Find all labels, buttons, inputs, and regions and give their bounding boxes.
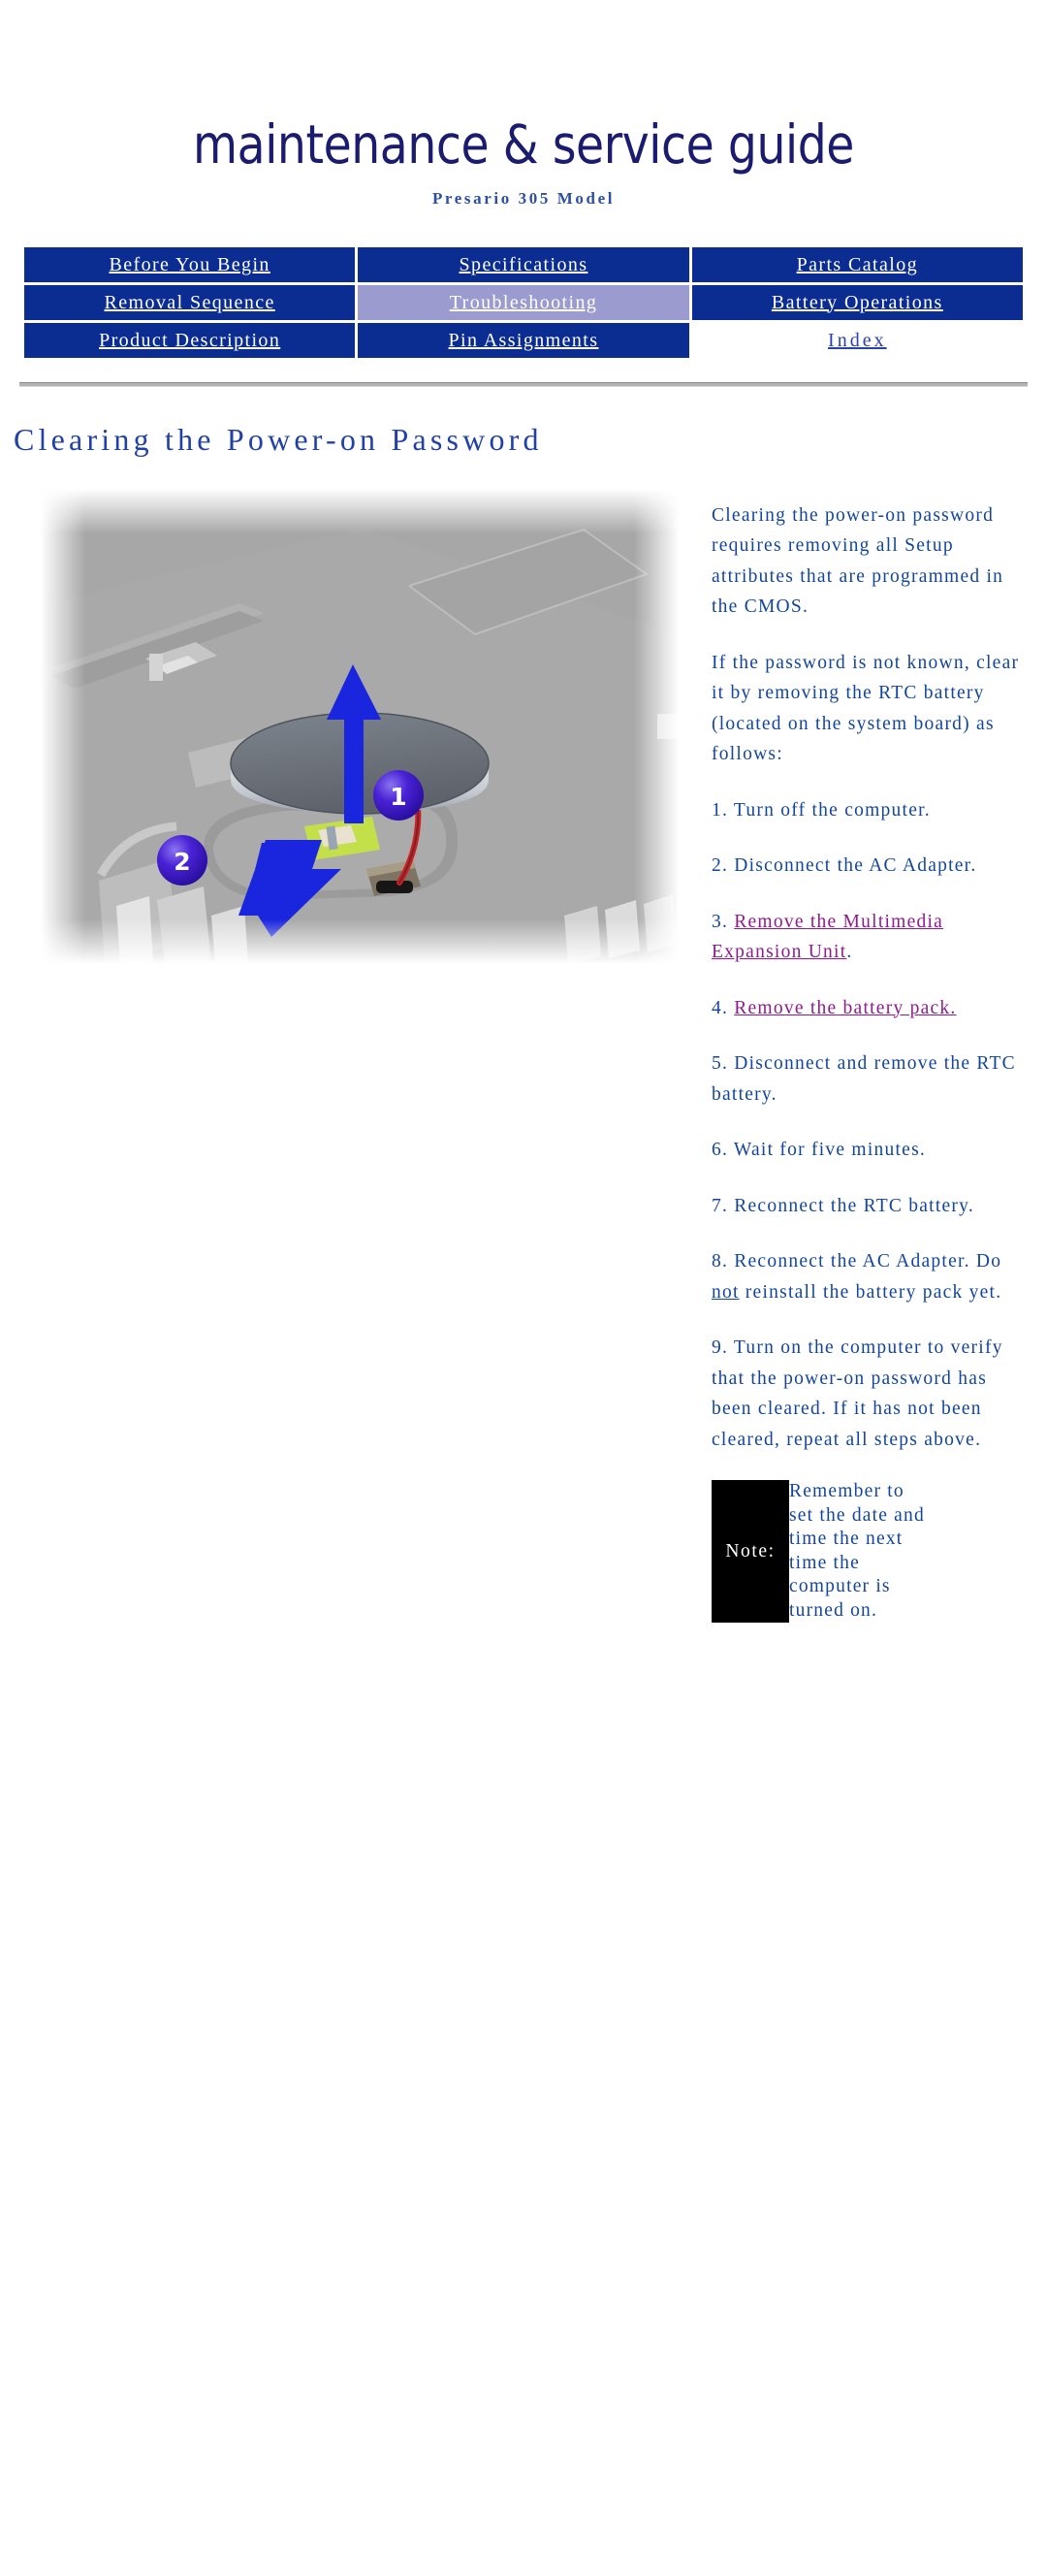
nav-link-before-you-begin[interactable]: Before You Begin — [110, 254, 270, 275]
step-2-number: 2. — [712, 855, 729, 876]
page-title: maintenance & service guide — [193, 113, 854, 176]
navigation-bar: Before You Begin Specifications Parts Ca… — [21, 209, 1026, 361]
intro-paragraph-2: If the password is not known, clear it b… — [712, 652, 1020, 765]
illustration-svg: 1 2 — [41, 489, 679, 964]
figure-column: 1 2 — [41, 489, 679, 964]
step-7-number: 7. — [712, 1195, 729, 1216]
step-8-text-pre: Reconnect the AC Adapter. Do — [734, 1251, 1002, 1272]
nav-link-troubleshooting[interactable]: Troubleshooting — [450, 292, 598, 313]
nav-cell-product-description[interactable]: Product Description — [24, 323, 356, 358]
step-2-text: Disconnect the AC Adapter. — [734, 855, 977, 876]
nav-link-index[interactable]: Index — [828, 330, 887, 351]
step-3: 3. Remove the Multimedia Expansion Unit. — [712, 907, 1022, 968]
step-5-text: Disconnect and remove the RTC battery. — [712, 1053, 1016, 1105]
nav-cell-battery-operations[interactable]: Battery Operations — [691, 285, 1023, 320]
link-remove-battery-pack[interactable]: Remove the battery pack. — [734, 998, 956, 1018]
nav-link-removal-sequence[interactable]: Removal Sequence — [105, 292, 275, 313]
step-2: 2. Disconnect the AC Adapter. — [712, 851, 1022, 882]
document-header: maintenance & service guide Presario 305… — [0, 0, 1047, 209]
step-5: 5. Disconnect and remove the RTC battery… — [712, 1048, 1022, 1110]
nav-cell-before-you-begin[interactable]: Before You Begin — [24, 247, 356, 282]
note-callout: Note: Remember to set the date and time … — [712, 1480, 1022, 1623]
note-table: Note: Remember to set the date and time … — [712, 1480, 927, 1623]
step-3-tail: . — [846, 942, 853, 962]
nav-row: Removal Sequence Troubleshooting Battery… — [24, 285, 1023, 320]
step-4: 4. Remove the battery pack. — [712, 993, 1022, 1024]
step-9-number: 9. — [712, 1337, 729, 1358]
section-heading: Clearing the Power-on Password — [14, 422, 543, 457]
step-6-text: Wait for five minutes. — [733, 1140, 927, 1160]
svg-text:2: 2 — [174, 848, 190, 876]
step-6-number: 6. — [712, 1140, 729, 1160]
step-3-number: 3. — [712, 911, 729, 932]
nav-link-specifications[interactable]: Specifications — [460, 254, 588, 275]
nav-row: Before You Begin Specifications Parts Ca… — [24, 247, 1023, 282]
step-1: 1. Turn off the computer. — [712, 795, 1022, 826]
note-label-cell: Note: — [712, 1480, 789, 1623]
note-body-cell: Remember to set the date and time the ne… — [789, 1480, 927, 1623]
nav-cell-pin-assignments[interactable]: Pin Assignments — [358, 323, 689, 358]
step-1-number: 1. — [712, 799, 729, 821]
step-4-number: 4. — [712, 997, 729, 1018]
step-8: 8. Reconnect the AC Adapter. Do not rein… — [712, 1246, 1022, 1307]
note-text: Remember to set the date and time the ne… — [789, 1481, 925, 1621]
step-9: 9. Turn on the computer to verify that t… — [712, 1333, 1022, 1455]
step-1-text: Turn off the computer. — [733, 799, 931, 821]
svg-text:1: 1 — [390, 783, 406, 811]
link-remove-multimedia-expansion-unit[interactable]: Remove the Multimedia Expansion Unit — [712, 912, 943, 963]
step-7: 7. Reconnect the RTC battery. — [712, 1191, 1022, 1222]
navigation-table: Before You Begin Specifications Parts Ca… — [21, 244, 1026, 361]
step-5-number: 5. — [712, 1053, 729, 1074]
nav-link-battery-operations[interactable]: Battery Operations — [772, 292, 943, 313]
model-subtitle: Presario 305 Model — [431, 189, 616, 208]
nav-link-pin-assignments[interactable]: Pin Assignments — [449, 330, 599, 351]
rtc-battery-illustration: 1 2 — [41, 489, 679, 964]
nav-cell-index[interactable]: Index — [691, 323, 1023, 358]
step-8-number: 8. — [712, 1251, 729, 1272]
step-6: 6. Wait for five minutes. — [712, 1135, 1022, 1166]
nav-row: Product Description Pin Assignments Inde… — [24, 323, 1023, 358]
nav-cell-troubleshooting[interactable]: Troubleshooting — [358, 285, 689, 320]
note-row: Note: Remember to set the date and time … — [712, 1480, 927, 1623]
nav-cell-parts-catalog[interactable]: Parts Catalog — [691, 247, 1023, 282]
nav-cell-removal-sequence[interactable]: Removal Sequence — [24, 285, 356, 320]
step-9-text: Turn on the computer to verify that the … — [712, 1337, 1003, 1450]
intro-paragraph-1: Clearing the power-on password requires … — [712, 504, 1004, 618]
step-7-text: Reconnect the RTC battery. — [734, 1195, 974, 1216]
step-8-text-post: reinstall the battery pack yet. — [739, 1281, 1002, 1303]
step-8-emphasis: not — [712, 1281, 740, 1303]
note-label: Note: — [725, 1540, 776, 1562]
nav-link-parts-catalog[interactable]: Parts Catalog — [797, 254, 918, 275]
horizontal-divider — [19, 382, 1028, 387]
instructions-column: Clearing the power-on password requires … — [712, 481, 1022, 1623]
nav-cell-specifications[interactable]: Specifications — [358, 247, 689, 282]
nav-link-product-description[interactable]: Product Description — [99, 330, 280, 351]
